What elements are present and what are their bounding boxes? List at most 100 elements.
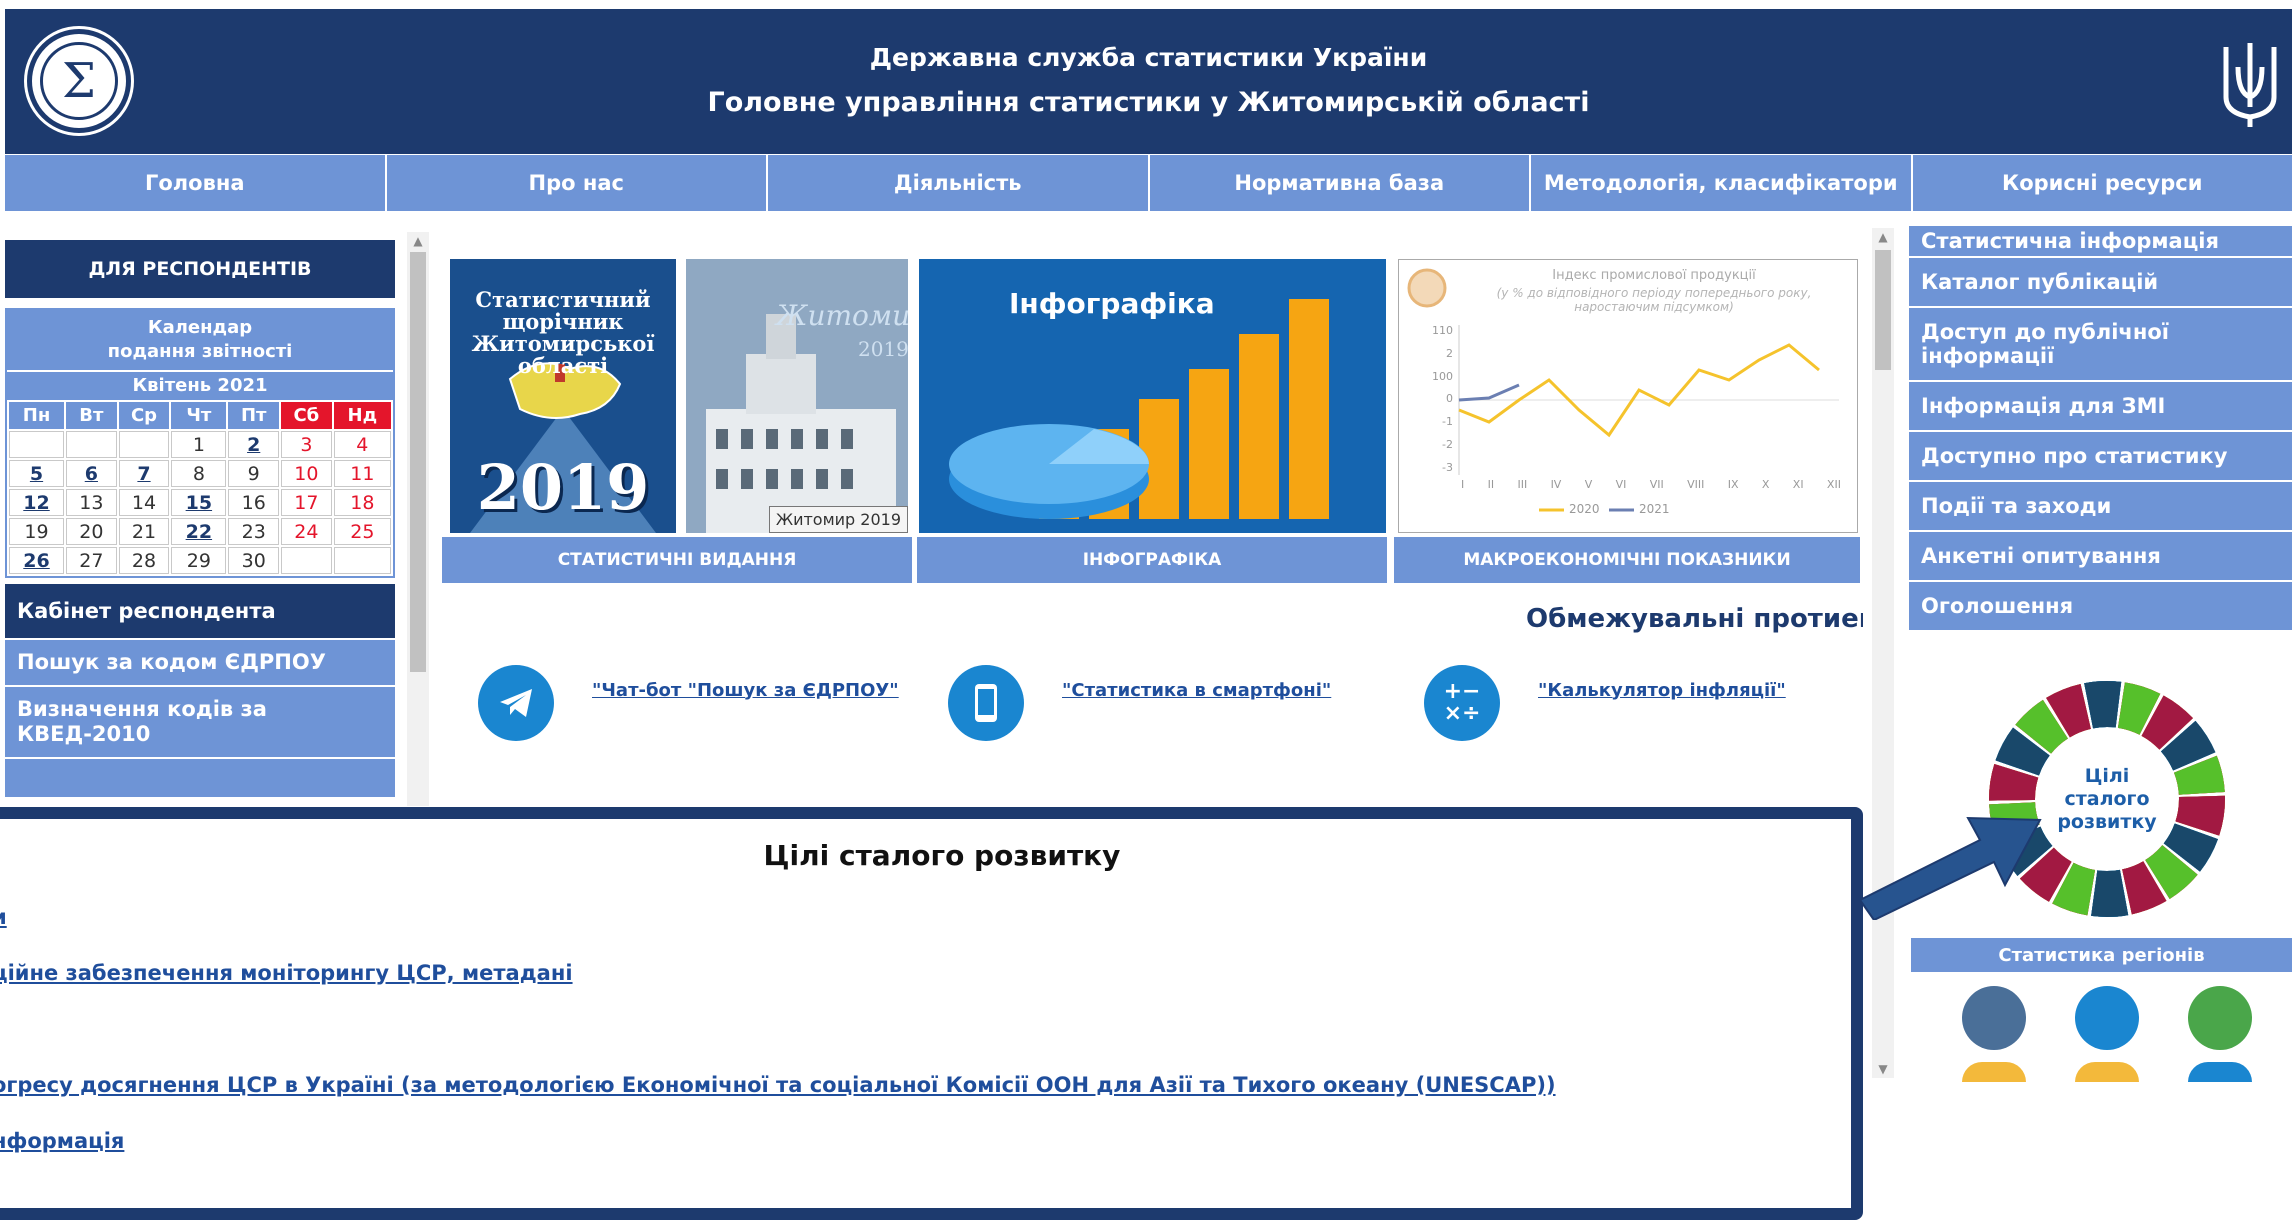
- calendar-day: 25: [333, 518, 391, 545]
- growth-chart-icon[interactable]: [2075, 986, 2139, 1050]
- sdg-link-2[interactable]: ційне забезпечення моніторингу ЦСР, мета…: [0, 961, 573, 985]
- macro-chart-subtitle: (у % до відповідного періоду попередньог…: [1496, 286, 1812, 314]
- yearbook-banner[interactable]: Статистичний щорічник Житомирської облас…: [450, 259, 676, 533]
- menu-announcements[interactable]: Оголошення: [1909, 582, 2292, 632]
- nav-methodology[interactable]: Методологія, класифікатори: [1531, 155, 1913, 211]
- caption-publications[interactable]: СТАТИСТИЧНІ ВИДАННЯ: [442, 537, 912, 583]
- restrictions-heading[interactable]: Обмежувальні протиепід: [1526, 604, 1863, 634]
- x-tick-label: VI: [1615, 478, 1627, 491]
- wrench-icon[interactable]: [1962, 986, 2026, 1050]
- tool-smartphone: "Статистика в смартфоні": [948, 665, 1331, 741]
- smartphone-icon[interactable]: [948, 665, 1024, 741]
- left-menu-partial-item[interactable]: [5, 757, 395, 797]
- nav-home[interactable]: Головна: [5, 155, 387, 211]
- nav-about[interactable]: Про нас: [387, 155, 768, 211]
- calculator-icon[interactable]: +− ×÷: [1424, 665, 1500, 741]
- chatbot-link[interactable]: "Чат-бот "Пошук за ЄДРПОУ": [592, 680, 899, 701]
- macro-indicators-banner[interactable]: Індекс промислової продукції (у % до від…: [1398, 259, 1858, 533]
- menu-events[interactable]: Події та заходи: [1909, 482, 2292, 532]
- macro-chart-title: Індекс промислової продукції: [1552, 268, 1756, 283]
- main-nav: Головна Про нас Діяльність Нормативна ба…: [5, 155, 2292, 211]
- x-tick-label: ІІІ: [1517, 478, 1528, 491]
- calendar-day: [118, 431, 170, 458]
- regional-stats-heading[interactable]: Статистика регіонів: [1911, 938, 2292, 972]
- infographic-title: Інфографіка: [1009, 287, 1215, 320]
- scroll-down-icon[interactable]: ▼: [1872, 1060, 1894, 1078]
- y-tick-label: 2: [1446, 346, 1453, 360]
- respondent-cabinet-link[interactable]: Кабінет респондента: [5, 584, 395, 638]
- calendar-day[interactable]: 15: [171, 489, 227, 516]
- site-header: Σ Державна служба статистики України Гол…: [5, 9, 2292, 154]
- inflation-calculator-link[interactable]: "Калькулятор інфляції": [1538, 680, 1786, 701]
- sdg-link-4[interactable]: огресу досягнення ЦСР в Україні (за мето…: [0, 1073, 1556, 1097]
- menu-surveys[interactable]: Анкетні опитування: [1909, 532, 2292, 582]
- scroll-up-icon[interactable]: ▲: [407, 232, 429, 250]
- y-tick-label: 100: [1432, 369, 1453, 383]
- calendar-title-line1: Календар: [147, 317, 253, 338]
- calendar-day: 11: [333, 460, 391, 487]
- caption-macro-indicators[interactable]: МАКРОЕКОНОМІЧНІ ПОКАЗНИКИ: [1394, 537, 1860, 583]
- banner-tooltip: Житомир 2019: [768, 506, 908, 533]
- menu-public-info-access[interactable]: Доступ до публічної інформації: [1909, 308, 2292, 382]
- y-tick-label: -3: [1442, 460, 1453, 474]
- calendar-month[interactable]: Квітень 2021: [7, 372, 393, 400]
- kved-codes-link[interactable]: Визначення кодів за КВЕД-2010: [5, 685, 395, 757]
- macro-chart-legend-2020: 2020: [1569, 502, 1600, 516]
- smartphone-link[interactable]: "Статистика в смартфоні": [1062, 680, 1331, 701]
- scroll-up-icon[interactable]: ▲: [1872, 228, 1894, 246]
- calendar-day: 3: [281, 431, 332, 458]
- calendar-day[interactable]: 2: [228, 431, 280, 458]
- calendar-day[interactable]: 22: [171, 518, 227, 545]
- yearbook-year: 2019: [476, 451, 650, 524]
- caption-infographics[interactable]: ІНФОГРАФІКА: [917, 537, 1387, 583]
- calendar-day: [66, 431, 117, 458]
- x-tick-label: ІІ: [1487, 478, 1495, 491]
- sdg-link-1[interactable]: и: [0, 905, 7, 929]
- content-scroll-thumb[interactable]: [1875, 250, 1891, 370]
- calendar-day: 30: [228, 547, 280, 574]
- telegram-icon[interactable]: [478, 665, 554, 741]
- x-tick-label: XII: [1826, 478, 1841, 491]
- menu-publications-catalog[interactable]: Каталог публікацій: [1909, 258, 2292, 308]
- calendar-day: 28: [118, 547, 170, 574]
- macro-chart-x-ticks: І ІІ ІІІ IV V VI VII VIII IX X XI XII: [1461, 478, 1841, 491]
- calendar-day[interactable]: 7: [118, 460, 170, 487]
- calendar-day[interactable]: 12: [9, 489, 65, 516]
- partial-region-icon[interactable]: [1962, 1062, 2026, 1082]
- calendar-day[interactable]: 5: [9, 460, 65, 487]
- menu-statistical-info[interactable]: Статистична інформація: [1909, 226, 2292, 258]
- trident-icon: [2223, 43, 2277, 127]
- calendar-day: 18: [333, 489, 391, 516]
- left-scroll-thumb[interactable]: [410, 252, 426, 672]
- calendar-day: 17: [281, 489, 332, 516]
- calendar-title: Календар подання звітності: [7, 310, 393, 370]
- plant-icon[interactable]: [2188, 986, 2252, 1050]
- partial-region-icon[interactable]: [2188, 1062, 2252, 1082]
- sdg-link-5[interactable]: нформація: [0, 1129, 124, 1153]
- macro-chart-legend-2021: 2021: [1639, 502, 1670, 516]
- calendar-day-header: Вт: [66, 402, 117, 429]
- left-scrollbar[interactable]: ▲: [407, 232, 429, 806]
- calendar-day: 19: [9, 518, 65, 545]
- nav-regulatory[interactable]: Нормативна база: [1150, 155, 1531, 211]
- calendar-day[interactable]: 6: [66, 460, 117, 487]
- calendar-day-header: Ср: [118, 402, 170, 429]
- calendar-title-line2: подання звітності: [107, 341, 293, 362]
- y-tick-label: -2: [1442, 438, 1453, 452]
- content-scrollbar[interactable]: ▲ ▼: [1872, 228, 1894, 1078]
- x-tick-label: V: [1584, 478, 1593, 491]
- infographic-banner[interactable]: Інфографіка: [919, 259, 1386, 533]
- header-office-title: Головне управління статистики у Житомирс…: [707, 87, 1590, 118]
- respondent-menu: Кабінет респондента Пошук за кодом ЄДРПО…: [5, 584, 395, 797]
- left-sidebar: ДЛЯ РЕСПОНДЕНТІВ Календар подання звітно…: [5, 240, 395, 797]
- menu-stats-simple[interactable]: Доступно про статистику: [1909, 432, 2292, 482]
- partial-region-icon[interactable]: [2075, 1062, 2139, 1082]
- zhytomyr-banner[interactable]: Житомир 2019 Житомир 2019: [686, 259, 908, 533]
- nav-resources[interactable]: Корисні ресурси: [1913, 155, 2292, 211]
- edrpou-search-link[interactable]: Пошук за кодом ЄДРПОУ: [5, 638, 395, 685]
- x-tick-label: IV: [1550, 478, 1562, 491]
- nav-activity[interactable]: Діяльність: [768, 155, 1150, 211]
- menu-media-info[interactable]: Інформація для ЗМІ: [1909, 382, 2292, 432]
- calendar-day[interactable]: 26: [9, 547, 65, 574]
- x-tick-label: VII: [1649, 478, 1664, 491]
